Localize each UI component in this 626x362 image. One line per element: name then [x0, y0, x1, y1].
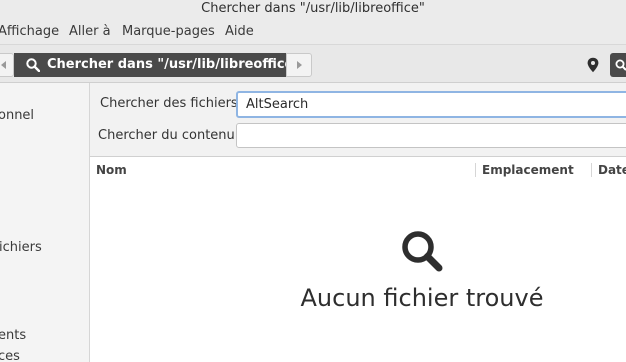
- window-titlebar: Chercher dans "/usr/lib/libreoffice": [0, 0, 626, 20]
- arrow-right-icon: [297, 61, 302, 69]
- search-toggle-button[interactable]: [610, 53, 626, 77]
- breadcrumb-search-location[interactable]: Chercher dans "/usr/lib/libreoffice": [14, 53, 300, 77]
- search-icon: [615, 59, 626, 71]
- breadcrumb-label: Chercher dans "/usr/lib/libreoffice": [47, 57, 301, 72]
- files-search-label: Chercher des fichiers :: [100, 96, 247, 111]
- sidebar-item-personnel[interactable]: onnel: [0, 108, 34, 123]
- forward-button[interactable]: [286, 53, 312, 77]
- results-column-header: Nom Emplacement Date: [90, 158, 626, 183]
- column-divider[interactable]: [591, 163, 592, 177]
- back-button[interactable]: [0, 53, 14, 77]
- menu-aide[interactable]: Aide: [225, 24, 254, 39]
- sidebar: onnel ichiers ents ces: [0, 83, 90, 362]
- search-panel: Chercher des fichiers : Chercher du cont…: [90, 83, 626, 157]
- menu-marque-pages[interactable]: Marque-pages: [122, 24, 215, 39]
- search-icon: [26, 58, 40, 72]
- toolbar: Chercher dans "/usr/lib/libreoffice": [0, 44, 626, 83]
- files-search-input[interactable]: [236, 91, 626, 118]
- menubar: Affichage Aller à Marque-pages Aide: [0, 20, 626, 44]
- column-nom[interactable]: Nom: [96, 163, 127, 177]
- arrow-left-icon: [1, 61, 6, 69]
- column-date[interactable]: Date: [598, 163, 626, 177]
- column-divider[interactable]: [475, 163, 476, 177]
- sidebar-item-places[interactable]: ces: [0, 349, 20, 362]
- column-emplacement[interactable]: Emplacement: [482, 163, 574, 177]
- location-pin-icon[interactable]: [586, 57, 600, 73]
- sidebar-item-recents[interactable]: ents: [0, 328, 26, 343]
- empty-state-message: Aucun fichier trouvé: [300, 284, 544, 312]
- window-title: Chercher dans "/usr/lib/libreoffice": [201, 1, 425, 16]
- content-search-input[interactable]: [236, 123, 626, 148]
- menu-aller-a[interactable]: Aller à: [69, 24, 111, 39]
- menu-affichage[interactable]: Affichage: [0, 24, 59, 39]
- content-search-label: Chercher du contenu :: [98, 128, 244, 143]
- sidebar-item-fichiers[interactable]: ichiers: [0, 240, 42, 255]
- search-icon: [402, 231, 443, 272]
